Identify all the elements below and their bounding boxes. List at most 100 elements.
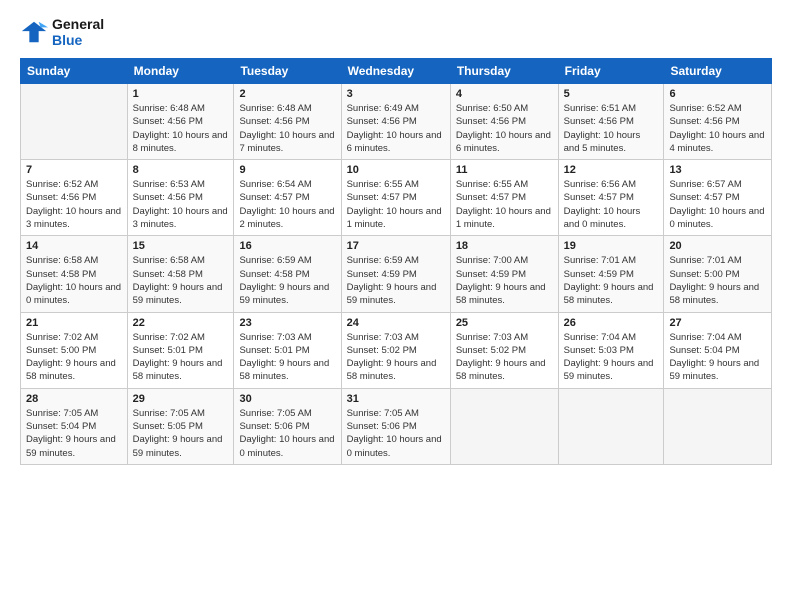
weekday-sunday: Sunday (21, 59, 128, 84)
week-row-5: 28 Sunrise: 7:05 AMSunset: 5:04 PMDayligh… (21, 388, 772, 464)
day-info: Sunrise: 6:59 AMSunset: 4:59 PMDaylight:… (347, 254, 445, 307)
weekday-saturday: Saturday (664, 59, 772, 84)
day-info: Sunrise: 7:03 AMSunset: 5:02 PMDaylight:… (456, 331, 553, 384)
day-number: 13 (669, 164, 766, 176)
day-number: 20 (669, 240, 766, 252)
day-info: Sunrise: 6:52 AMSunset: 4:56 PMDaylight:… (669, 102, 766, 155)
day-number: 11 (456, 164, 553, 176)
calendar-cell: 28 Sunrise: 7:05 AMSunset: 5:04 PMDayligh… (21, 388, 128, 464)
day-number: 23 (239, 317, 335, 329)
day-info: Sunrise: 7:02 AMSunset: 5:01 PMDaylight:… (133, 331, 229, 384)
calendar-cell (450, 388, 558, 464)
day-info: Sunrise: 7:05 AMSunset: 5:06 PMDaylight:… (347, 407, 445, 460)
day-number: 18 (456, 240, 553, 252)
calendar-cell: 27 Sunrise: 7:04 AMSunset: 5:04 PMDayligh… (664, 312, 772, 388)
day-info: Sunrise: 7:05 AMSunset: 5:05 PMDaylight:… (133, 407, 229, 460)
calendar-cell: 15 Sunrise: 6:58 AMSunset: 4:58 PMDayligh… (127, 236, 234, 312)
day-number: 10 (347, 164, 445, 176)
day-info: Sunrise: 6:59 AMSunset: 4:58 PMDaylight:… (239, 254, 335, 307)
day-number: 31 (347, 393, 445, 405)
day-number: 28 (26, 393, 122, 405)
week-row-3: 14Sunrise: 6:58 AMSunset: 4:58 PMDayligh… (21, 236, 772, 312)
day-number: 4 (456, 88, 553, 100)
day-number: 3 (347, 88, 445, 100)
day-number: 29 (133, 393, 229, 405)
day-number: 21 (26, 317, 122, 329)
day-number: 24 (347, 317, 445, 329)
day-number: 25 (456, 317, 553, 329)
day-number: 2 (239, 88, 335, 100)
day-number: 8 (133, 164, 229, 176)
day-info: Sunrise: 7:03 AMSunset: 5:01 PMDaylight:… (239, 331, 335, 384)
header: General Blue (20, 16, 772, 48)
day-number: 5 (564, 88, 659, 100)
day-info: Sunrise: 7:02 AMSunset: 5:00 PMDaylight:… (26, 331, 122, 384)
calendar-table: SundayMondayTuesdayWednesdayThursdayFrid… (20, 58, 772, 465)
day-info: Sunrise: 6:49 AMSunset: 4:56 PMDaylight:… (347, 102, 445, 155)
calendar-cell: 25 Sunrise: 7:03 AMSunset: 5:02 PMDayligh… (450, 312, 558, 388)
day-info: Sunrise: 7:04 AMSunset: 5:04 PMDaylight:… (669, 331, 766, 384)
calendar-cell: 5 Sunrise: 6:51 AMSunset: 4:56 PMDaylight… (558, 84, 664, 160)
calendar-cell: 19Sunrise: 7:01 AMSunset: 4:59 PMDayligh… (558, 236, 664, 312)
calendar-cell: 11 Sunrise: 6:55 AMSunset: 4:57 PMDayligh… (450, 160, 558, 236)
week-row-1: 1 Sunrise: 6:48 AMSunset: 4:56 PMDaylight… (21, 84, 772, 160)
day-number: 1 (133, 88, 229, 100)
day-info: Sunrise: 6:53 AMSunset: 4:56 PMDaylight:… (133, 178, 229, 231)
day-number: 27 (669, 317, 766, 329)
calendar-cell: 29 Sunrise: 7:05 AMSunset: 5:05 PMDayligh… (127, 388, 234, 464)
calendar-cell: 1 Sunrise: 6:48 AMSunset: 4:56 PMDaylight… (127, 84, 234, 160)
calendar-cell: 21 Sunrise: 7:02 AMSunset: 5:00 PMDayligh… (21, 312, 128, 388)
day-number: 16 (239, 240, 335, 252)
day-number: 30 (239, 393, 335, 405)
weekday-header-row: SundayMondayTuesdayWednesdayThursdayFrid… (21, 59, 772, 84)
calendar-cell (21, 84, 128, 160)
calendar-cell: 30 Sunrise: 7:05 AMSunset: 5:06 PMDayligh… (234, 388, 341, 464)
day-number: 17 (347, 240, 445, 252)
day-info: Sunrise: 7:00 AMSunset: 4:59 PMDaylight:… (456, 254, 553, 307)
day-info: Sunrise: 6:54 AMSunset: 4:57 PMDaylight:… (239, 178, 335, 231)
day-info: Sunrise: 7:05 AMSunset: 5:06 PMDaylight:… (239, 407, 335, 460)
day-number: 26 (564, 317, 659, 329)
weekday-tuesday: Tuesday (234, 59, 341, 84)
calendar-cell: 14Sunrise: 6:58 AMSunset: 4:58 PMDayligh… (21, 236, 128, 312)
calendar-cell: 24 Sunrise: 7:03 AMSunset: 5:02 PMDayligh… (341, 312, 450, 388)
calendar-cell: 4 Sunrise: 6:50 AMSunset: 4:56 PMDaylight… (450, 84, 558, 160)
day-info: Sunrise: 7:01 AMSunset: 5:00 PMDaylight:… (669, 254, 766, 307)
weekday-friday: Friday (558, 59, 664, 84)
calendar-cell: 2Sunrise: 6:48 AMSunset: 4:56 PMDaylight… (234, 84, 341, 160)
calendar-cell: 22 Sunrise: 7:02 AMSunset: 5:01 PMDayligh… (127, 312, 234, 388)
calendar-cell: 6 Sunrise: 6:52 AMSunset: 4:56 PMDaylight… (664, 84, 772, 160)
calendar-cell (558, 388, 664, 464)
day-info: Sunrise: 6:50 AMSunset: 4:56 PMDaylight:… (456, 102, 553, 155)
day-info: Sunrise: 6:58 AMSunset: 4:58 PMDaylight:… (26, 254, 122, 307)
calendar-cell: 17 Sunrise: 6:59 AMSunset: 4:59 PMDayligh… (341, 236, 450, 312)
calendar-cell: 20 Sunrise: 7:01 AMSunset: 5:00 PMDayligh… (664, 236, 772, 312)
page: General Blue SundayMondayTuesdayWednesda… (0, 0, 792, 612)
day-number: 15 (133, 240, 229, 252)
day-info: Sunrise: 6:57 AMSunset: 4:57 PMDaylight:… (669, 178, 766, 231)
calendar-cell: 23 Sunrise: 7:03 AMSunset: 5:01 PMDayligh… (234, 312, 341, 388)
week-row-4: 21 Sunrise: 7:02 AMSunset: 5:00 PMDayligh… (21, 312, 772, 388)
day-number: 6 (669, 88, 766, 100)
day-number: 22 (133, 317, 229, 329)
calendar-cell: 18 Sunrise: 7:00 AMSunset: 4:59 PMDayligh… (450, 236, 558, 312)
day-info: Sunrise: 6:58 AMSunset: 4:58 PMDaylight:… (133, 254, 229, 307)
day-info: Sunrise: 6:48 AMSunset: 4:56 PMDaylight:… (133, 102, 229, 155)
calendar-cell: 10Sunrise: 6:55 AMSunset: 4:57 PMDayligh… (341, 160, 450, 236)
day-number: 7 (26, 164, 122, 176)
calendar-cell: 26Sunrise: 7:04 AMSunset: 5:03 PMDayligh… (558, 312, 664, 388)
day-info: Sunrise: 7:03 AMSunset: 5:02 PMDaylight:… (347, 331, 445, 384)
day-info: Sunrise: 6:52 AMSunset: 4:56 PMDaylight:… (26, 178, 122, 231)
day-info: Sunrise: 7:05 AMSunset: 5:04 PMDaylight:… (26, 407, 122, 460)
calendar-cell: 31 Sunrise: 7:05 AMSunset: 5:06 PMDayligh… (341, 388, 450, 464)
weekday-wednesday: Wednesday (341, 59, 450, 84)
day-number: 19 (564, 240, 659, 252)
calendar-cell: 9Sunrise: 6:54 AMSunset: 4:57 PMDaylight… (234, 160, 341, 236)
calendar-cell: 16 Sunrise: 6:59 AMSunset: 4:58 PMDayligh… (234, 236, 341, 312)
calendar-cell: 8 Sunrise: 6:53 AMSunset: 4:56 PMDaylight… (127, 160, 234, 236)
logo: General Blue (20, 16, 104, 48)
logo-icon (20, 18, 48, 46)
day-info: Sunrise: 6:51 AMSunset: 4:56 PMDaylight:… (564, 102, 659, 155)
weekday-monday: Monday (127, 59, 234, 84)
day-info: Sunrise: 6:55 AMSunset: 4:57 PMDaylight:… (456, 178, 553, 231)
